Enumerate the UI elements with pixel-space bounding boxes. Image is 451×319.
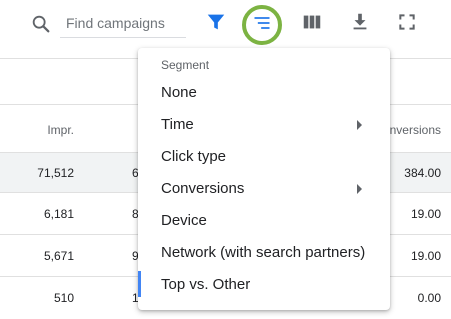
- search-underline: [60, 37, 186, 38]
- fullscreen-button[interactable]: [391, 8, 423, 40]
- segment-menu-title: Segment: [161, 58, 210, 72]
- menu-item-label: Network (with search partners): [161, 244, 366, 261]
- menu-item-label: None: [161, 84, 197, 101]
- segment-option-time[interactable]: Time: [138, 109, 390, 141]
- columns-button[interactable]: [296, 8, 328, 40]
- segment-option-none[interactable]: None: [138, 77, 390, 109]
- cell-impr: 5,671: [43, 249, 74, 263]
- cell-conversions: 0.00: [417, 291, 441, 305]
- selection-indicator: [138, 271, 141, 297]
- segment-menu: Segment None Time Click type Conversions…: [138, 48, 390, 310]
- filter-icon: [205, 11, 227, 38]
- menu-item-label: Time: [161, 116, 194, 133]
- search-input[interactable]: [60, 10, 182, 36]
- search-icon[interactable]: [30, 13, 52, 35]
- fullscreen-icon: [397, 12, 417, 37]
- cell-impr: 71,512: [37, 166, 74, 180]
- menu-item-label: Top vs. Other: [161, 276, 251, 293]
- menu-item-label: Click type: [161, 148, 227, 165]
- segment-button[interactable]: [242, 5, 282, 45]
- table-toolbar: [0, 0, 451, 52]
- cell-conversions: 384.00: [404, 166, 441, 180]
- column-header-impr[interactable]: Impr.: [47, 123, 74, 137]
- cell-conversions: 19.00: [410, 207, 441, 221]
- submenu-arrow-icon: [357, 120, 362, 130]
- cell-conversions: 19.00: [410, 249, 441, 263]
- submenu-arrow-icon: [357, 184, 362, 194]
- filter-button[interactable]: [200, 8, 232, 40]
- segment-option-top-vs-other[interactable]: Top vs. Other: [138, 269, 390, 301]
- menu-item-label: Device: [161, 212, 207, 229]
- segment-option-device[interactable]: Device: [138, 205, 390, 237]
- segment-icon: [252, 13, 272, 38]
- cell-impr: 510: [53, 291, 74, 305]
- segment-option-network[interactable]: Network (with search partners): [138, 237, 390, 269]
- columns-icon: [301, 11, 323, 38]
- segment-option-conversions[interactable]: Conversions: [138, 173, 390, 205]
- segment-option-click-type[interactable]: Click type: [138, 141, 390, 173]
- download-button[interactable]: [344, 8, 376, 40]
- download-icon: [349, 11, 371, 38]
- menu-item-label: Conversions: [161, 180, 245, 197]
- cell-impr: 6,181: [43, 207, 74, 221]
